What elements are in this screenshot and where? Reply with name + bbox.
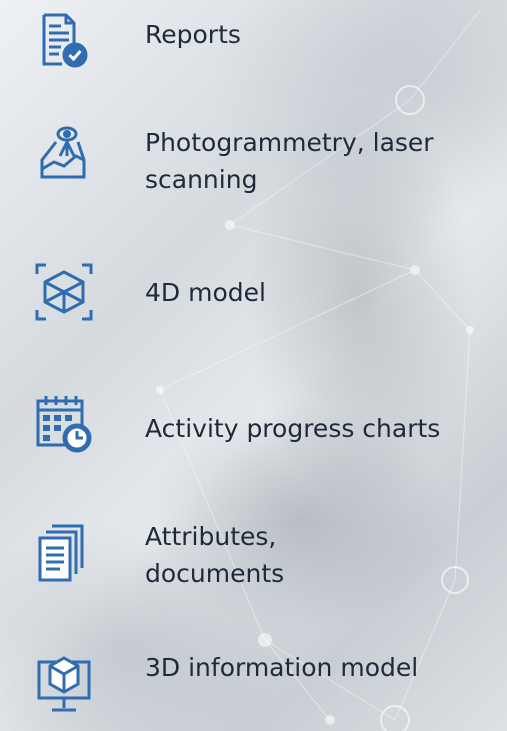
item-label: Attributes, documents: [145, 522, 285, 588]
calendar-clock-icon: [34, 393, 94, 453]
item-label: Activity progress charts: [145, 414, 441, 443]
surveyor-map-icon: [34, 122, 94, 182]
report-check-icon: [34, 10, 94, 70]
item-label: 4D model: [145, 278, 266, 307]
monitor-cube-icon: [34, 654, 94, 714]
item-label: Photogrammetry, laser scanning: [145, 128, 434, 194]
item-label: Reports: [145, 20, 241, 49]
feature-list: Reports Photogrammetry, laser scanning 4…: [0, 0, 507, 731]
cube-frame-icon: [34, 262, 94, 322]
documents-icon: [34, 522, 94, 582]
item-label: 3D information model: [145, 653, 419, 682]
